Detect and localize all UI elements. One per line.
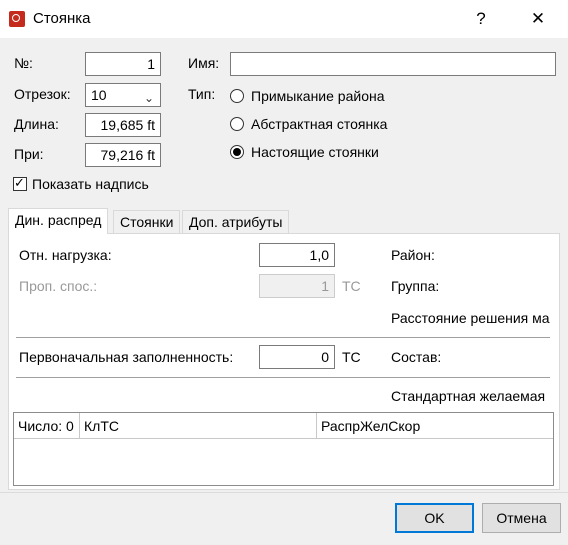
tab-extra-attributes[interactable]: Доп. атрибуты bbox=[182, 210, 290, 234]
divider bbox=[16, 337, 550, 338]
length-field[interactable]: 19,685 ft bbox=[85, 113, 161, 137]
group-label: Группа: bbox=[391, 278, 440, 294]
rel-load-field[interactable]: 1,0 bbox=[259, 243, 335, 267]
type-label: Тип: bbox=[188, 86, 216, 102]
radio-type-real-label: Настоящие стоянки bbox=[251, 144, 379, 160]
segment-dropdown[interactable]: 10 ⌄ bbox=[85, 83, 161, 107]
checkmark-icon: ✓ bbox=[14, 175, 25, 190]
radio-type-abstract-label: Абстрактная стоянка bbox=[251, 116, 388, 132]
ok-button[interactable]: OK bbox=[395, 503, 474, 533]
name-label: Имя: bbox=[188, 55, 220, 71]
window-title: Стоянка bbox=[33, 10, 91, 27]
radio-type-district-connector[interactable] bbox=[230, 89, 244, 103]
rel-load-label: Отн. нагрузка: bbox=[19, 247, 112, 263]
parking-lot-icon bbox=[9, 11, 25, 27]
composition-label: Состав: bbox=[391, 349, 442, 365]
segment-label: Отрезок: bbox=[14, 86, 71, 102]
capacity-unit: ТС bbox=[342, 278, 361, 294]
tab-parking-lots[interactable]: Стоянки bbox=[113, 210, 181, 234]
standard-desired-label: Стандартная желаемая bbox=[391, 388, 546, 404]
cancel-button[interactable]: Отмена bbox=[482, 503, 561, 533]
close-button[interactable]: ✕ bbox=[524, 6, 552, 32]
number-field[interactable]: 1 bbox=[85, 52, 161, 76]
distribution-table[interactable]: Число: 0 КлТС РаспрЖелСкор bbox=[13, 412, 554, 486]
segment-value: 10 bbox=[91, 87, 107, 103]
show-label-text: Показать надпись bbox=[32, 176, 149, 192]
capacity-label: Проп. спос.: bbox=[19, 278, 98, 294]
name-field[interactable] bbox=[230, 52, 556, 76]
column-header-speed-distribution[interactable]: РаспрЖелСкор bbox=[317, 413, 553, 439]
initial-occupancy-field[interactable]: 0 bbox=[259, 345, 335, 369]
show-label-checkbox[interactable]: ✓ bbox=[13, 175, 27, 191]
help-button[interactable]: ? bbox=[467, 6, 495, 32]
tab-dyn-assignment[interactable]: Дин. распред bbox=[8, 208, 109, 234]
initial-occupancy-label: Первоначальная заполненность: bbox=[19, 349, 234, 365]
radio-type-real[interactable] bbox=[230, 145, 244, 159]
radio-type-abstract[interactable] bbox=[230, 117, 244, 131]
column-header-count[interactable]: Число: 0 bbox=[14, 413, 80, 439]
at-field[interactable]: 79,216 ft bbox=[85, 143, 161, 167]
initial-occupancy-unit: ТС bbox=[342, 349, 361, 365]
decision-distance-label: Расстояние решения ма bbox=[391, 310, 550, 326]
number-label: №: bbox=[14, 55, 33, 71]
length-label: Длина: bbox=[14, 116, 59, 132]
footer-separator bbox=[0, 492, 568, 493]
chevron-down-icon: ⌄ bbox=[143, 91, 154, 105]
radio-type-district-connector-label: Примыкание района bbox=[251, 88, 385, 104]
column-header-vehicle-class[interactable]: КлТС bbox=[80, 413, 317, 439]
capacity-field: 1 bbox=[259, 274, 335, 298]
divider bbox=[16, 377, 550, 378]
at-label: При: bbox=[14, 146, 44, 162]
district-label: Район: bbox=[391, 247, 435, 263]
